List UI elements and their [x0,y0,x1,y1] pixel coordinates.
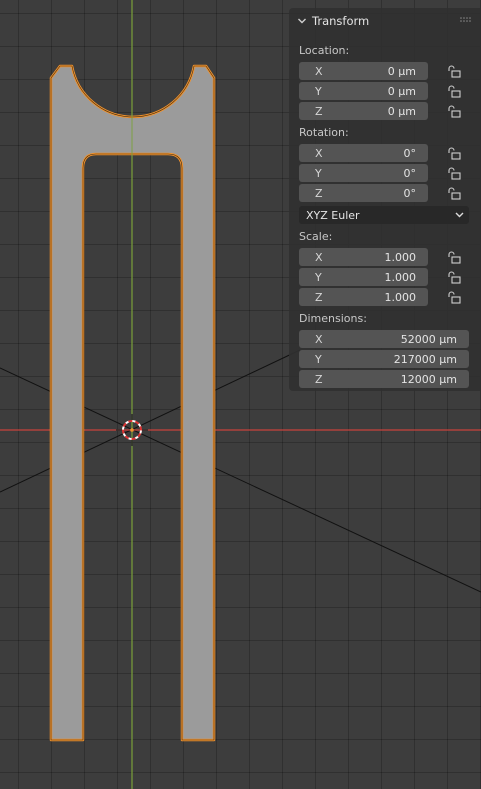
location-y-field[interactable]: Y 0 µm [299,82,428,100]
dimensions-x-field[interactable]: X 52000 µm [299,330,469,348]
location-label: Location: [299,44,350,57]
axis-label: Z [315,105,323,118]
panel-title: Transform [312,14,370,28]
panel-header[interactable]: Transform [289,8,481,34]
scale-z-field[interactable]: Z 1.000 [299,288,428,306]
unlocked-padlock-icon[interactable] [447,104,461,118]
axis-label: X [315,65,323,78]
dimensions-label: Dimensions: [299,312,367,325]
field-value: 0° [403,187,417,200]
field-value: 217000 µm [393,353,457,366]
field-value: 1.000 [384,291,417,304]
field-value: 12000 µm [400,373,457,386]
field-value: 0° [403,167,417,180]
axis-label: X [315,251,323,264]
rotation-mode-value: XYZ Euler [306,209,360,222]
axis-label: Z [315,373,323,386]
field-value: 1.000 [384,251,417,264]
axis-label: Z [315,187,323,200]
field-value: 0 µm [387,105,416,118]
dimensions-z-field[interactable]: Z 12000 µm [299,370,469,388]
rotation-label: Rotation: [299,126,349,139]
chevron-down-icon[interactable] [297,16,307,26]
field-value: 1.000 [384,271,417,284]
scale-x-field[interactable]: X 1.000 [299,248,428,266]
axis-label: Y [315,85,322,98]
axis-label: X [315,147,323,160]
field-value: 52000 µm [400,333,457,346]
field-value: 0 µm [387,85,416,98]
axis-label: X [315,333,323,346]
location-z-field[interactable]: Z 0 µm [299,102,428,120]
axis-label: Z [315,291,323,304]
unlocked-padlock-icon[interactable] [447,250,461,264]
view-line-b [0,349,301,493]
rotation-z-field[interactable]: Z 0° [299,184,428,202]
rotation-y-field[interactable]: Y 0° [299,164,428,182]
grip-icon[interactable] [460,17,472,23]
unlocked-padlock-icon[interactable] [447,290,461,304]
unlocked-padlock-icon[interactable] [447,166,461,180]
dimensions-y-field[interactable]: Y 217000 µm [299,350,469,368]
unlocked-padlock-icon[interactable] [447,84,461,98]
chevron-down-icon [455,212,464,218]
axis-label: Y [315,353,322,366]
3d-cursor-icon[interactable] [116,414,148,446]
axis-label: Y [315,167,322,180]
rotation-x-field[interactable]: X 0° [299,144,428,162]
unlocked-padlock-icon[interactable] [447,64,461,78]
unlocked-padlock-icon[interactable] [447,186,461,200]
scale-label: Scale: [299,230,333,243]
transform-panel: Transform Location: X 0 µm Y 0 µm Z 0 µm… [289,8,481,391]
location-x-field[interactable]: X 0 µm [299,62,428,80]
field-value: 0° [403,147,417,160]
unlocked-padlock-icon[interactable] [447,146,461,160]
rotation-mode-select[interactable]: XYZ Euler [299,206,469,224]
axis-label: Y [315,271,322,284]
unlocked-padlock-icon[interactable] [447,270,461,284]
field-value: 0 µm [387,65,416,78]
scale-y-field[interactable]: Y 1.000 [299,268,428,286]
